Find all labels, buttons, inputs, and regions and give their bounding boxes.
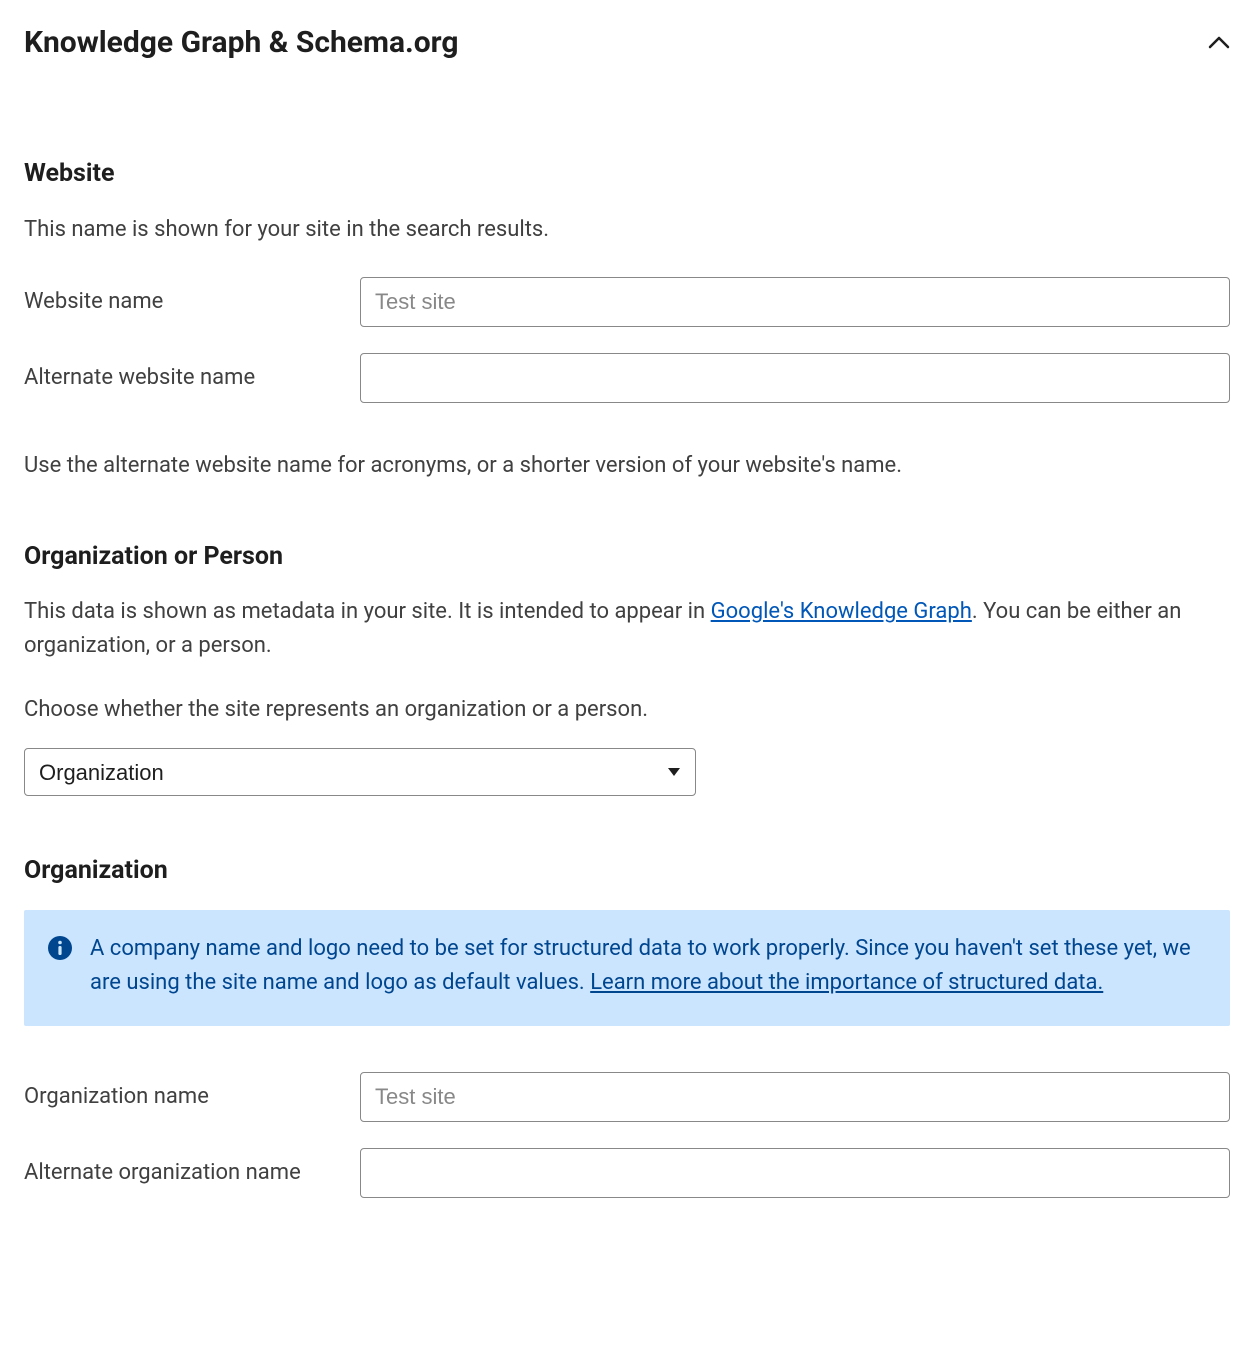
knowledge-graph-link[interactable]: Google's Knowledge Graph [711,599,972,624]
website-name-label: Website name [24,285,360,318]
org-person-prompt: Choose whether the site represents an or… [24,693,1230,726]
info-box: A company name and logo need to be set f… [24,910,1230,1026]
org-person-select-wrap: Organization [24,748,696,796]
org-person-desc: This data is shown as metadata in your s… [24,595,1230,663]
section-heading-website: Website [24,155,1230,193]
website-name-input[interactable] [360,277,1230,327]
org-name-label: Organization name [24,1080,360,1113]
section-heading-organization: Organization [24,852,1230,890]
chevron-up-icon [1208,32,1230,54]
field-row-website-name: Website name [24,277,1230,327]
alt-org-name-input[interactable] [360,1148,1230,1198]
alt-website-name-label: Alternate website name [24,361,360,394]
info-icon [48,936,72,960]
field-row-alt-website-name: Alternate website name [24,353,1230,403]
section-heading-org-person: Organization or Person [24,538,1230,576]
field-row-alt-org-name: Alternate organization name [24,1148,1230,1198]
website-hint: Use the alternate website name for acron… [24,449,1230,482]
panel-title: Knowledge Graph & Schema.org [24,20,459,65]
info-text: A company name and logo need to be set f… [90,932,1206,1000]
website-desc: This name is shown for your site in the … [24,213,1230,247]
alt-org-name-label: Alternate organization name [24,1156,360,1189]
alt-website-name-input[interactable] [360,353,1230,403]
field-row-org-name: Organization name [24,1072,1230,1122]
structured-data-link[interactable]: Learn more about the importance of struc… [590,970,1103,995]
org-person-select[interactable]: Organization [24,748,696,796]
org-name-input[interactable] [360,1072,1230,1122]
org-person-desc-pre: This data is shown as metadata in your s… [24,599,711,624]
panel-header[interactable]: Knowledge Graph & Schema.org [24,20,1230,65]
